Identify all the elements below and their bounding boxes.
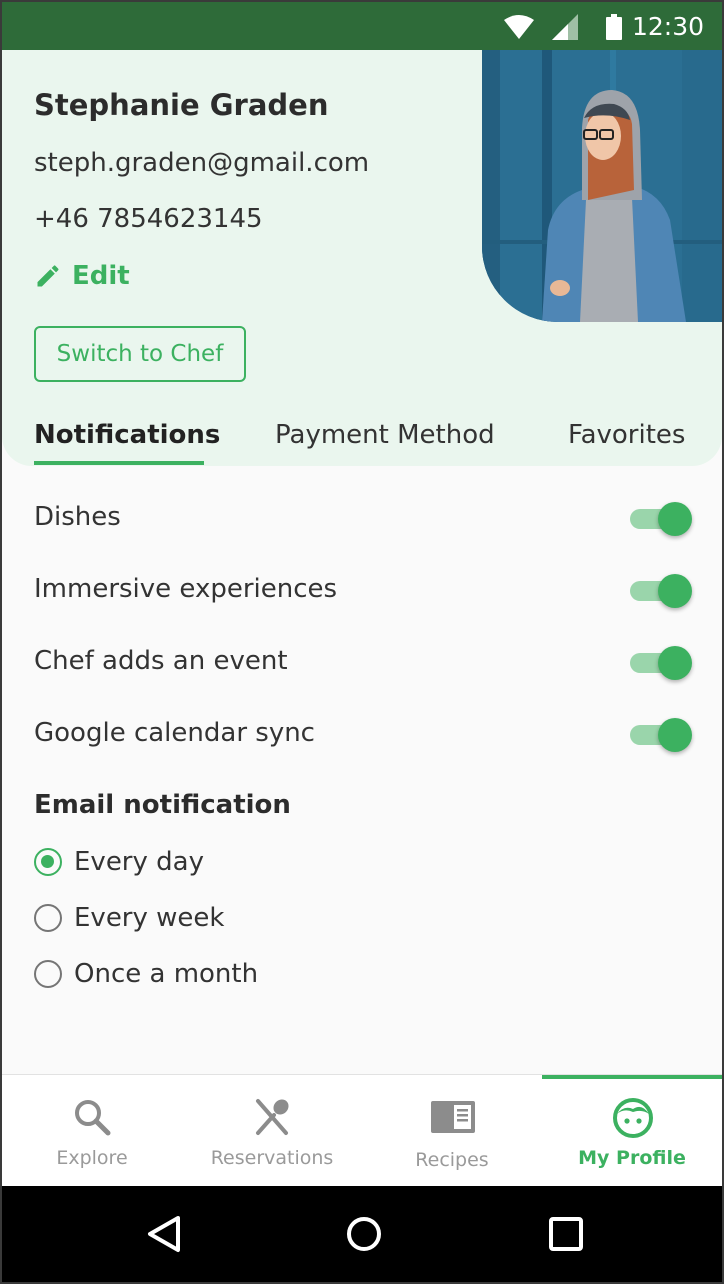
radio-button[interactable] xyxy=(34,904,62,932)
email-notification-title: Email notification xyxy=(34,790,291,820)
radio-button-checked[interactable] xyxy=(34,848,62,876)
radio-label: Once a month xyxy=(74,959,259,989)
user-phone: +46 7854623145 xyxy=(34,204,263,234)
recent-apps-icon[interactable] xyxy=(546,1214,586,1254)
face-icon xyxy=(613,1098,653,1138)
home-icon[interactable] xyxy=(344,1214,384,1254)
setting-label: Chef adds an event xyxy=(34,646,288,676)
bottom-navigation: Explore Reservations Recipes My Profile xyxy=(2,1074,722,1186)
pencil-icon xyxy=(37,265,59,287)
nav-my-profile[interactable]: My Profile xyxy=(542,1075,722,1187)
edit-profile-link[interactable]: Edit xyxy=(34,258,130,294)
radio-label: Every week xyxy=(74,903,225,933)
setting-label: Google calendar sync xyxy=(34,718,315,748)
radio-once-a-month[interactable]: Once a month xyxy=(34,954,258,994)
dishes-toggle[interactable] xyxy=(630,502,692,536)
switch-to-chef-button[interactable]: Switch to Chef xyxy=(34,326,246,382)
setting-row-google-calendar-sync: Google calendar sync xyxy=(2,712,722,760)
status-bar: 12:30 xyxy=(2,2,722,50)
nav-label: Explore xyxy=(56,1147,128,1169)
back-icon[interactable] xyxy=(146,1214,182,1254)
book-icon xyxy=(431,1101,475,1133)
nav-label: Recipes xyxy=(415,1149,489,1171)
user-name: Stephanie Graden xyxy=(34,88,329,122)
profile-photo xyxy=(482,50,722,322)
profile-photo-image xyxy=(482,50,722,322)
tab-active-indicator xyxy=(34,461,204,465)
tab-notifications[interactable]: Notifications xyxy=(34,420,220,450)
chef-adds-event-toggle[interactable] xyxy=(630,646,692,680)
battery-icon xyxy=(606,14,622,40)
google-calendar-sync-toggle[interactable] xyxy=(630,718,692,752)
immersive-experiences-toggle[interactable] xyxy=(630,574,692,608)
toggle-thumb xyxy=(658,502,692,536)
toggle-thumb xyxy=(658,718,692,752)
setting-label: Dishes xyxy=(34,502,121,532)
toggle-thumb xyxy=(658,646,692,680)
radio-button[interactable] xyxy=(34,960,62,988)
profile-tabs: Notifications Payment Method Favorites xyxy=(2,414,722,468)
profile-header: Stephanie Graden steph.graden@gmail.com … xyxy=(2,50,722,466)
radio-every-week[interactable]: Every week xyxy=(34,898,224,938)
setting-row-chef-adds-event: Chef adds an event xyxy=(2,640,722,688)
app-screen: 12:30 Stephanie Graden steph.graden@gmai… xyxy=(0,0,724,1284)
nav-recipes[interactable]: Recipes xyxy=(362,1075,542,1187)
nav-label: My Profile xyxy=(578,1147,686,1169)
wifi-icon xyxy=(504,15,534,39)
setting-row-dishes: Dishes xyxy=(2,496,722,544)
radio-every-day[interactable]: Every day xyxy=(34,842,204,882)
system-navigation-bar xyxy=(2,1186,722,1282)
signal-icon xyxy=(552,14,578,40)
nav-reservations[interactable]: Reservations xyxy=(182,1075,362,1187)
setting-label: Immersive experiences xyxy=(34,574,338,604)
edit-label: Edit xyxy=(72,261,130,291)
user-email: steph.graden@gmail.com xyxy=(34,148,370,178)
setting-row-immersive-experiences: Immersive experiences xyxy=(2,568,722,616)
radio-label: Every day xyxy=(74,847,204,877)
cutlery-icon xyxy=(256,1099,289,1135)
nav-label: Reservations xyxy=(210,1147,334,1169)
toggle-thumb xyxy=(658,574,692,608)
tab-payment-method[interactable]: Payment Method xyxy=(275,420,495,450)
tab-favorites[interactable]: Favorites xyxy=(568,420,685,450)
status-time: 12:30 xyxy=(631,12,704,41)
nav-explore[interactable]: Explore xyxy=(2,1075,182,1187)
search-icon xyxy=(75,1100,111,1136)
